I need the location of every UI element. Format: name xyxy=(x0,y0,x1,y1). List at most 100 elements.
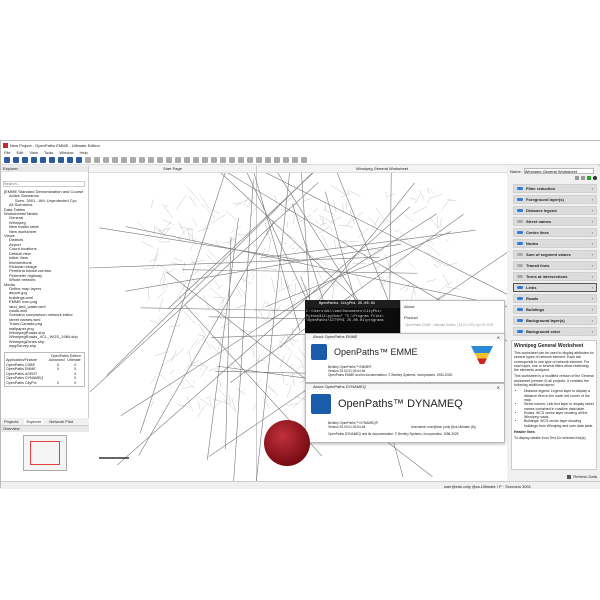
layer-item[interactable]: Background layer(s) › xyxy=(513,316,597,325)
toolbar-button-icon[interactable] xyxy=(4,157,10,163)
close-icon[interactable]: ✕ xyxy=(497,335,500,340)
toolbar-button-icon[interactable] xyxy=(238,157,244,163)
toolbar-button-icon[interactable] xyxy=(283,157,289,163)
toolbar-button-icon[interactable] xyxy=(139,157,145,163)
chevron-right-icon[interactable]: › xyxy=(592,197,593,202)
layer-toggle[interactable] xyxy=(517,297,523,300)
toolbar-button-icon[interactable] xyxy=(184,157,190,163)
layer-item[interactable]: Filter reduction › xyxy=(513,184,597,193)
menu-window[interactable]: Window xyxy=(59,150,73,155)
tab-network-pilot[interactable]: Network Pilot xyxy=(49,419,73,424)
chevron-right-icon[interactable]: › xyxy=(592,252,593,257)
tab-start-page[interactable]: Start Page xyxy=(89,166,256,173)
settings-icon[interactable] xyxy=(593,176,597,180)
menu-view[interactable]: View xyxy=(29,150,38,155)
toolbar-button-icon[interactable] xyxy=(130,157,136,163)
layer-item[interactable]: Street names › xyxy=(513,217,597,226)
layer-item[interactable]: Links › xyxy=(513,283,597,292)
toolbar-button-icon[interactable] xyxy=(265,157,271,163)
toolbar-button-icon[interactable] xyxy=(166,157,172,163)
layer-toggle[interactable] xyxy=(517,275,523,278)
layer-toggle[interactable] xyxy=(517,209,523,212)
overview-map[interactable] xyxy=(23,435,67,471)
chevron-right-icon[interactable]: › xyxy=(592,318,593,323)
toolbar-button-icon[interactable] xyxy=(94,157,100,163)
worksheet-name-input[interactable] xyxy=(523,168,594,174)
layer-toggle[interactable] xyxy=(517,220,523,223)
chevron-right-icon[interactable]: › xyxy=(592,296,593,301)
close-icon[interactable]: ✕ xyxy=(497,385,500,390)
toolbar-button-icon[interactable] xyxy=(211,157,217,163)
toolbar-button-icon[interactable] xyxy=(85,157,91,163)
layer-toggle[interactable] xyxy=(517,231,523,234)
toolbar-button-icon[interactable] xyxy=(40,157,46,163)
overview-viewport[interactable] xyxy=(30,441,60,465)
menu-file[interactable]: File xyxy=(4,150,10,155)
toolbar-button-icon[interactable] xyxy=(121,157,127,163)
menu-tools[interactable]: Tools xyxy=(44,150,53,155)
toolbar-button-icon[interactable] xyxy=(76,157,82,163)
layer-item[interactable]: Sum of segment values › xyxy=(513,250,597,259)
chevron-right-icon[interactable]: › xyxy=(592,285,593,290)
chevron-right-icon[interactable]: › xyxy=(592,208,593,213)
toolbar-button-icon[interactable] xyxy=(175,157,181,163)
layer-toggle[interactable] xyxy=(517,308,523,311)
layer-item[interactable]: Buildings › xyxy=(513,305,597,314)
refresh-data-button[interactable]: Refresh Data xyxy=(567,474,597,479)
layer-toggle[interactable] xyxy=(517,286,523,289)
tab-winnipeg-worksheet[interactable]: Winnipeg General Worksheet xyxy=(257,166,507,173)
layer-toggle[interactable] xyxy=(517,253,523,256)
chevron-right-icon[interactable]: › xyxy=(592,241,593,246)
menu-help[interactable]: Help xyxy=(80,150,88,155)
chevron-right-icon[interactable]: › xyxy=(592,219,593,224)
layer-toggle[interactable] xyxy=(517,319,523,322)
layer-toggle[interactable] xyxy=(517,330,523,333)
save-icon[interactable] xyxy=(575,176,579,180)
layer-toggle[interactable] xyxy=(517,187,523,190)
toolbar-button-icon[interactable] xyxy=(301,157,307,163)
tab-projects[interactable]: Projects xyxy=(4,419,18,424)
layer-item[interactable]: Nodes › xyxy=(513,239,597,248)
toolbar-button-icon[interactable] xyxy=(22,157,28,163)
layer-item[interactable]: Turns at intersections › xyxy=(513,272,597,281)
layer-item[interactable]: Background color › xyxy=(513,327,597,336)
toolbar-button-icon[interactable] xyxy=(112,157,118,163)
road-segment xyxy=(235,387,246,395)
toolbar-button-icon[interactable] xyxy=(220,157,226,163)
toolbar-button-icon[interactable] xyxy=(202,157,208,163)
chevron-right-icon[interactable]: › xyxy=(592,329,593,334)
tab-explorer[interactable]: Explorer xyxy=(24,419,44,424)
layer-toggle[interactable] xyxy=(517,242,523,245)
tree-item[interactable]: wpgSurvey.shp xyxy=(1,343,88,348)
toolbar-button-icon[interactable] xyxy=(292,157,298,163)
toolbar-button-icon[interactable] xyxy=(229,157,235,163)
chevron-right-icon[interactable]: › xyxy=(592,307,593,312)
add-layer-icon[interactable] xyxy=(587,176,591,180)
explorer-search-input[interactable] xyxy=(3,180,85,187)
layer-item[interactable]: Distance legend › xyxy=(513,206,597,215)
toolbar-button-icon[interactable] xyxy=(13,157,19,163)
toolbar-button-icon[interactable] xyxy=(148,157,154,163)
toolbar-button-icon[interactable] xyxy=(256,157,262,163)
layer-item[interactable]: Centre lines › xyxy=(513,228,597,237)
menu-edit[interactable]: Edit xyxy=(16,150,23,155)
toolbar-button-icon[interactable] xyxy=(49,157,55,163)
toolbar-button-icon[interactable] xyxy=(247,157,253,163)
toolbar-button-icon[interactable] xyxy=(58,157,64,163)
chevron-right-icon[interactable]: › xyxy=(592,263,593,268)
toolbar-button-icon[interactable] xyxy=(67,157,73,163)
layer-item[interactable]: Roads › xyxy=(513,294,597,303)
layer-toggle[interactable] xyxy=(517,264,523,267)
toolbar-button-icon[interactable] xyxy=(31,157,37,163)
layer-toggle[interactable] xyxy=(517,198,523,201)
chevron-right-icon[interactable]: › xyxy=(592,274,593,279)
toolbar-button-icon[interactable] xyxy=(157,157,163,163)
layer-item[interactable]: Transit lines › xyxy=(513,261,597,270)
toolbar-button-icon[interactable] xyxy=(103,157,109,163)
toolbar-button-icon[interactable] xyxy=(274,157,280,163)
copy-icon[interactable] xyxy=(581,176,585,180)
chevron-right-icon[interactable]: › xyxy=(592,186,593,191)
toolbar-button-icon[interactable] xyxy=(193,157,199,163)
layer-item[interactable]: Foreground layer(s) › xyxy=(513,195,597,204)
chevron-right-icon[interactable]: › xyxy=(592,230,593,235)
